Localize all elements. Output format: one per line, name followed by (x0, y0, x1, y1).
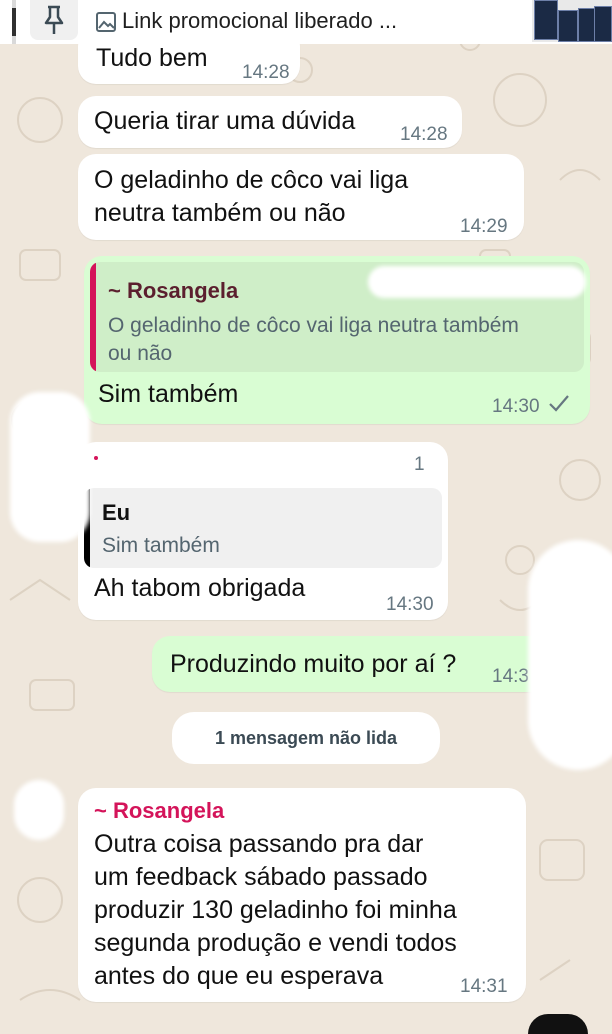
pinned-message-text: Link promocional liberado ... (122, 8, 398, 33)
quote-text: O geladinho de côco vai liga neutra tamb… (108, 314, 519, 365)
message-time: 14:29 (460, 216, 508, 237)
message-text: Sim também (98, 380, 239, 408)
message-time: 14:28 (400, 124, 448, 145)
pinned-message-bar[interactable]: Link promocional liberado ... (0, 0, 612, 44)
pinned-indicator (12, 0, 16, 44)
message-text: O geladinho de côco vai liga neutra tamb… (94, 166, 409, 227)
message-time: 14:3 (492, 666, 529, 687)
pinned-thumbnail (532, 0, 612, 42)
unread-divider: 1 mensagem não lida (172, 712, 440, 764)
message-bubble-incoming[interactable]: Queria tirar uma dúvida 14:28 (78, 96, 462, 148)
redacted-area (368, 266, 586, 298)
message-text: Ah tabom obrigada (94, 574, 306, 602)
quote-author: Eu (102, 500, 131, 525)
message-time: 14:28 (242, 62, 290, 83)
redacted-avatar (10, 392, 90, 542)
message-badge: 1 (414, 454, 425, 475)
message-text: Outra coisa passando pra dar um feedback… (94, 830, 457, 990)
message-time: 14:30 (492, 396, 540, 417)
redacted-avatar (14, 780, 64, 840)
quote-text: Sim também (102, 534, 220, 557)
message-text: Queria tirar uma dúvida (94, 107, 356, 135)
message-bubble-incoming[interactable]: O geladinho de côco vai liga neutra tamb… (78, 154, 524, 240)
message-time: 14:30 (386, 594, 434, 615)
pin-icon[interactable] (30, 0, 78, 40)
quoted-message[interactable]: Eu Sim também (84, 488, 442, 568)
sender-name: ~ Rosangela (94, 798, 225, 823)
message-time: 14:31 (460, 976, 508, 997)
quote-author: ~ Rosangela (108, 278, 239, 303)
read-check-icon (548, 394, 570, 417)
redacted-area (528, 540, 612, 770)
message-text: Produzindo muito por aí ? (170, 650, 457, 678)
image-icon (96, 12, 116, 37)
message-bubble-incoming[interactable]: ~ Rosangela Outra coisa passando pra dar… (78, 788, 526, 1002)
message-bubble-outgoing[interactable]: Produzindo muito por aí ? 14:3 (152, 636, 572, 692)
message-bubble-incoming[interactable]: 1 Eu Sim também Ah tabom obrigada 14:30 (78, 442, 448, 620)
message-text: Tudo bem (96, 44, 208, 72)
scroll-to-bottom-button[interactable] (528, 1014, 588, 1034)
sender-name-redacted (94, 456, 98, 460)
